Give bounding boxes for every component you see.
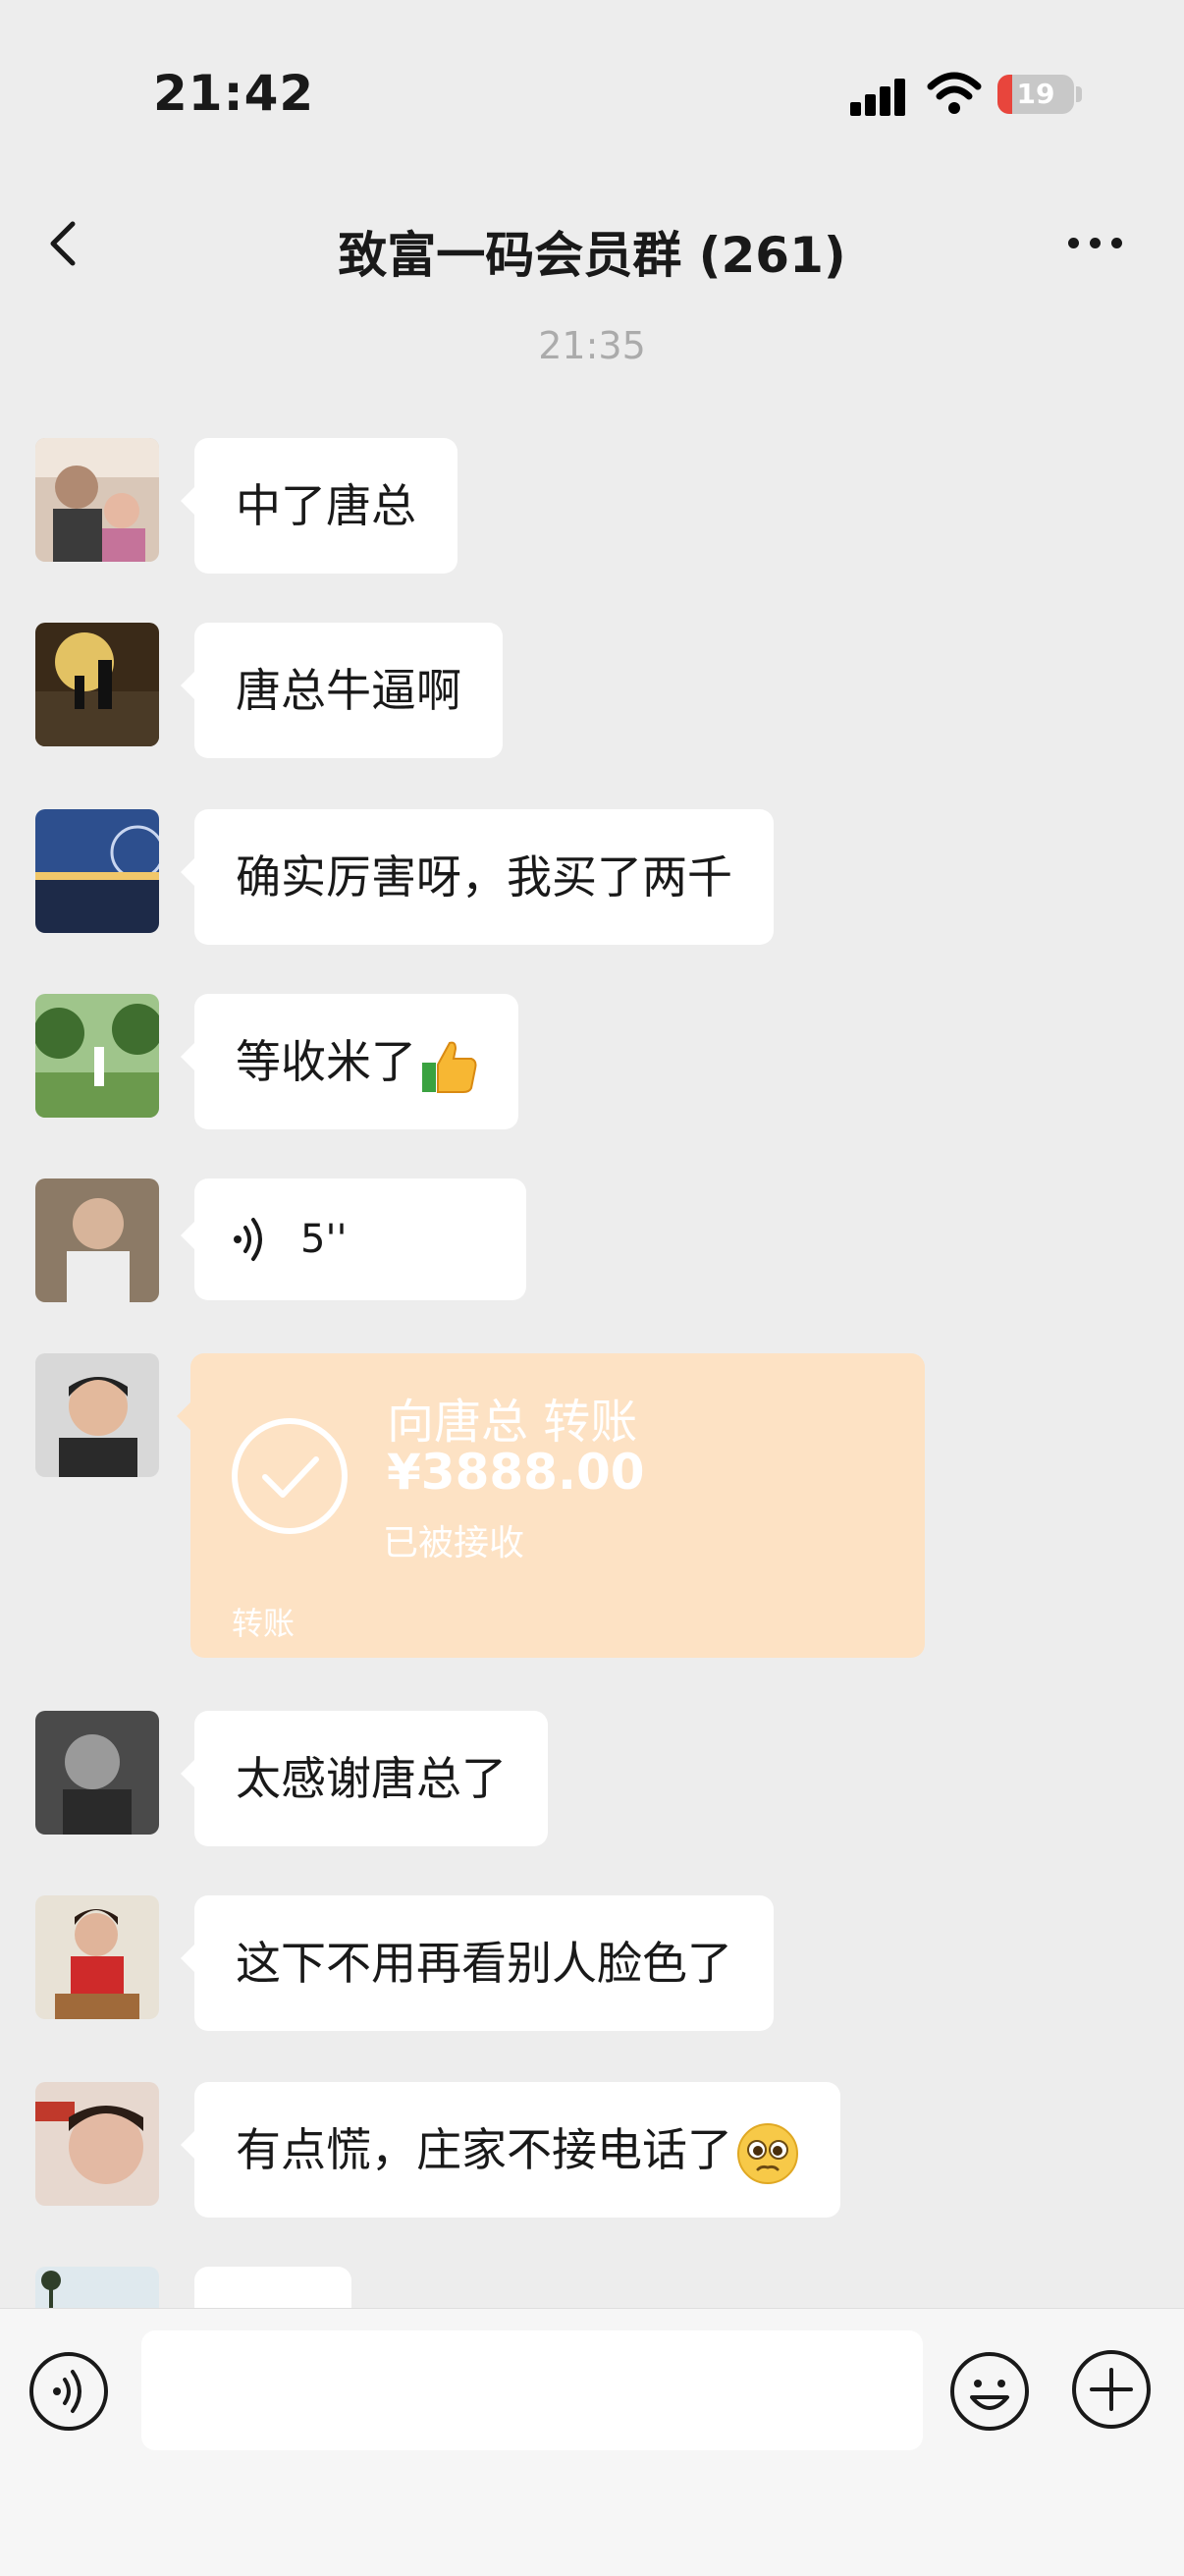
avatar[interactable] — [35, 1711, 159, 1835]
message-bubble[interactable]: 中了唐总 — [181, 438, 457, 574]
input-bar — [0, 2308, 1184, 2576]
message-bubble[interactable]: 有点慌，庄家不接电话了 — [181, 2082, 840, 2218]
message-timestamp: 21:35 — [538, 324, 646, 367]
status-bar: 21:42 19 — [0, 0, 1184, 187]
thumbs-up-icon — [422, 1041, 477, 1093]
transfer-status: 已被接收 — [383, 1523, 525, 1563]
back-arrow-icon[interactable] — [33, 212, 96, 275]
voice-input-icon[interactable] — [27, 2350, 110, 2433]
avatar[interactable] — [35, 623, 159, 746]
plus-circle-icon[interactable] — [1070, 2348, 1153, 2431]
transfer-card[interactable]: 向唐总 转账 ¥3888.00 已被接收 转账 — [177, 1353, 925, 1658]
avatar[interactable] — [35, 1353, 159, 1477]
avatar[interactable] — [35, 1178, 159, 1302]
transfer-amount: ¥3888.00 — [387, 1444, 645, 1501]
message-bubble[interactable]: 这下不用再看别人脸色了 — [181, 1895, 774, 2031]
message-bubble[interactable]: 等收米了 — [181, 994, 518, 1129]
voice-wave-icon — [234, 1218, 262, 1261]
message-bubble[interactable]: 太感谢唐总了 — [181, 1711, 548, 1846]
battery-tip — [1076, 86, 1082, 102]
wifi-icon — [927, 72, 982, 114]
emoji-smiley-icon[interactable] — [948, 2350, 1031, 2433]
more-options-icon[interactable] — [1060, 226, 1129, 261]
chat-title: 致富一码会员群 (261) — [338, 227, 846, 284]
transfer-label: 转账 — [232, 1605, 296, 1642]
avatar[interactable] — [35, 2082, 159, 2206]
avatar[interactable] — [35, 994, 159, 1118]
voice-duration: 5'' — [300, 1217, 348, 1262]
battery-percentage: 19 — [1016, 78, 1055, 110]
transfer-title: 向唐总 转账 — [387, 1395, 638, 1450]
avatar[interactable] — [35, 1895, 159, 2019]
message-input[interactable] — [141, 2330, 923, 2450]
message-bubble[interactable]: 唐总牛逼啊 — [181, 623, 503, 758]
avatar[interactable] — [35, 809, 159, 933]
check-circle-icon — [232, 1418, 348, 1534]
avatar[interactable] — [35, 438, 159, 562]
message-text: 有点慌，庄家不接电话了 — [236, 2123, 732, 2176]
message-bubble[interactable]: 确实厉害呀，我买了两千 — [181, 809, 774, 945]
status-time: 21:42 — [153, 65, 315, 122]
voice-message-bubble[interactable]: 5'' — [181, 1178, 526, 1300]
cellular-signal-icon — [850, 77, 905, 116]
nav-bar: 致富一码会员群 (261) — [0, 187, 1184, 304]
battery-icon: 19 — [997, 75, 1074, 114]
message-text: 等收米了 — [236, 1035, 416, 1088]
pleading-face-icon — [737, 2122, 798, 2184]
